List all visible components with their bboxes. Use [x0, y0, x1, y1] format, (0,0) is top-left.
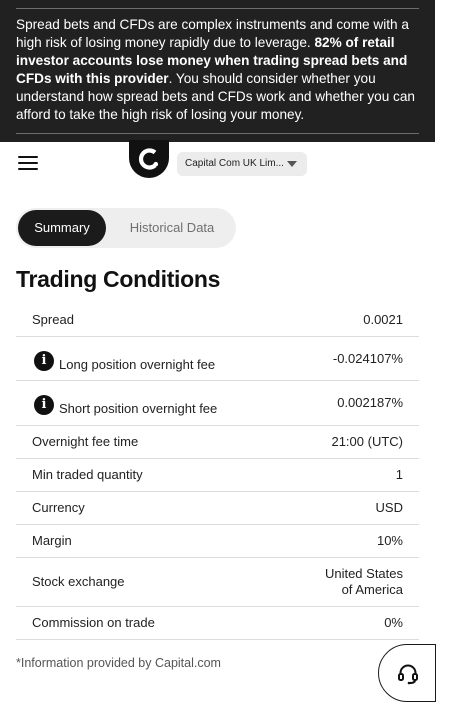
section-title: Trading Conditions [16, 266, 221, 292]
info-icon[interactable]: i [34, 395, 54, 415]
row-label: Currency [32, 500, 85, 515]
headset-icon [398, 664, 418, 685]
row-value: USD [375, 500, 403, 515]
hamburger-menu-icon[interactable] [18, 156, 38, 170]
row-value: 10% [376, 533, 403, 548]
row-label: Stock exchange [32, 574, 125, 589]
info-icon[interactable]: i [34, 351, 54, 371]
row-value-line1: United States [324, 566, 403, 581]
banner-divider-bottom [16, 133, 419, 134]
footnote: *Information provided by Capital.com [16, 656, 221, 670]
table-row-short-overnight-fee: i Short position overnight fee 0.002187% [16, 381, 419, 426]
row-value: United States of America [325, 566, 403, 598]
tab-summary[interactable]: Summary [18, 210, 106, 246]
banner-divider-top [16, 8, 419, 9]
row-label: Long position overnight fee [59, 357, 216, 372]
table-row-overnight-fee-time: Overnight fee time 21:00 (UTC) [16, 426, 419, 459]
table-row-spread: Spread 0.0021 [16, 303, 419, 337]
row-value: 0% [384, 615, 403, 630]
page: Spread bets and CFDs are complex instrum… [0, 0, 450, 717]
row-label: Spread [32, 312, 74, 327]
table-row-min-traded-quantity: Min traded quantity 1 [16, 459, 419, 492]
chevron-down-icon [287, 161, 297, 167]
table-row-commission: Commission on trade 0% [16, 607, 419, 640]
row-value: 21:00 (UTC) [331, 434, 403, 449]
capital-com-logo[interactable] [129, 140, 169, 178]
tab-historical-data[interactable]: Historical Data [112, 210, 232, 246]
row-label: Margin [32, 533, 72, 548]
row-value-line2: of America [341, 582, 403, 597]
row-value: 1 [395, 467, 403, 482]
table-row-currency: Currency USD [16, 492, 419, 525]
entity-selector[interactable]: Capital Com UK Lim... [177, 152, 307, 176]
risk-warning-banner: Spread bets and CFDs are complex instrum… [0, 0, 435, 142]
tab-bar: Summary Historical Data [16, 208, 236, 248]
row-label: Short position overnight fee [59, 401, 218, 416]
table-row-long-overnight-fee: i Long position overnight fee -0.024107% [16, 337, 419, 381]
row-value: 0.0021 [363, 312, 403, 327]
trading-conditions-table: Spread 0.0021 i Long position overnight … [16, 303, 419, 640]
table-row-stock-exchange: Stock exchange United States of America [16, 558, 419, 607]
entity-selector-label: Capital Com UK Lim... [185, 158, 284, 169]
row-value: -0.024107% [332, 351, 403, 366]
row-label: Commission on trade [32, 615, 155, 630]
row-label: Overnight fee time [32, 434, 139, 449]
risk-warning-text: Spread bets and CFDs are complex instrum… [16, 16, 421, 124]
table-row-margin: Margin 10% [16, 525, 419, 558]
row-label: Min traded quantity [32, 467, 143, 482]
support-chat-button[interactable] [378, 644, 436, 702]
row-value: 0.002187% [337, 395, 403, 410]
